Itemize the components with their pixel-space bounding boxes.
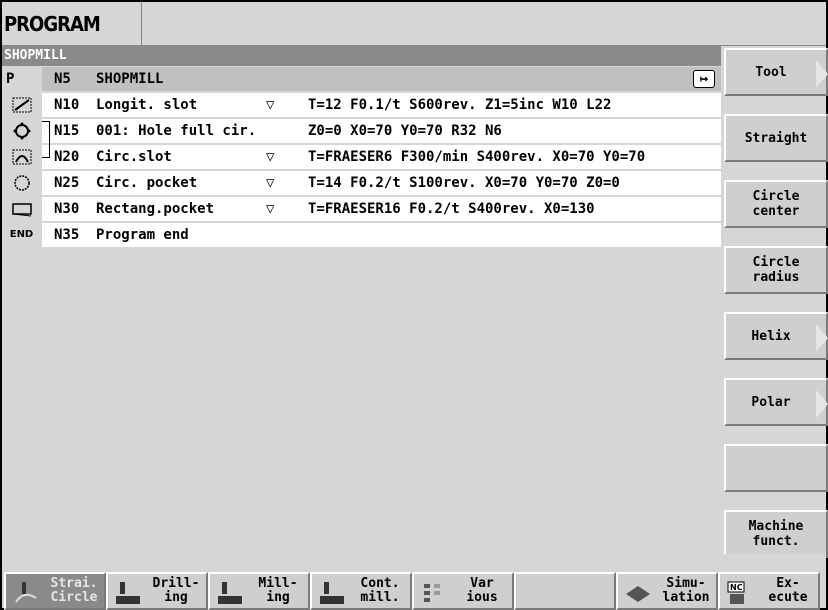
program-block-list: P N5 SHOPMILL ↦ N10 Longit. slot ▽ T=12 … [2, 67, 721, 249]
svg-text:NC: NC [730, 583, 743, 592]
block-params: T=12 F0.1/t S600rev. Z1=5inc W10 L22 [308, 97, 612, 113]
contour-mill-icon [320, 582, 344, 604]
softkey-drilling[interactable]: Drill- ing [106, 572, 208, 610]
horizontal-softkeys: Strai. Circle Drill- ing Mill- ing Cont.… [4, 572, 828, 610]
softkey-label: Cont. mill. [360, 576, 400, 605]
program-editor: SHOPMILL P N5 SHOPMILL ↦ N10 Longit. slo… [2, 46, 721, 576]
circ-slot-icon [2, 145, 42, 169]
softkey-label: Circle center [752, 189, 800, 219]
softkey-tool[interactable]: Tool [724, 48, 828, 96]
block-name: Longit. slot [96, 97, 198, 113]
softkey-label: Strai. Circle [50, 576, 98, 605]
block-number: N10 [54, 97, 80, 113]
chevron-right-icon [816, 390, 828, 418]
softkey-circle-center[interactable]: Circle center [724, 180, 828, 228]
hole-full-circle-icon [2, 119, 42, 143]
main-window: PROGRAM SHOPMILL P N5 SHOPMILL ↦ N10 Lon… [0, 0, 828, 610]
program-header-icon: P [2, 67, 42, 91]
softkey-label: Circle radius [752, 255, 800, 285]
softkey-label: Drill- ing [152, 576, 200, 605]
softkey-label: Mill- ing [258, 576, 298, 605]
program-row-n25[interactable]: N25 Circ. pocket ▽ T=14 F0.2/t S100rev. … [2, 171, 721, 195]
rect-pocket-icon [2, 197, 42, 221]
softkey-various[interactable]: Var ious [412, 572, 514, 610]
block-number: N5 [54, 71, 71, 87]
drilling-icon [116, 582, 140, 604]
triangle-icon: ▽ [266, 149, 275, 165]
program-row-n30[interactable]: N30 Rectang.pocket ▽ T=FRAESER16 F0.2/t … [2, 197, 721, 221]
softkey-straight[interactable]: Straight [724, 114, 828, 162]
block-params: Z0=0 X0=70 Y0=70 R32 N6 [308, 123, 502, 139]
block-params: T=14 F0.2/t S100rev. X0=70 Y0=70 Z0=0 [308, 175, 620, 191]
program-row-n10[interactable]: N10 Longit. slot ▽ T=12 F0.1/t S600rev. … [2, 93, 721, 117]
block-number: N30 [54, 201, 80, 217]
softkey-blank[interactable] [724, 444, 828, 492]
end-icon: END [2, 223, 42, 247]
link-bracket [42, 121, 50, 158]
block-name: SHOPMILL [96, 71, 164, 87]
softkey-label: Ex- ecute [768, 576, 808, 605]
softkey-label: Tool [755, 64, 787, 80]
simulation-icon [626, 586, 650, 602]
block-params: T=FRAESER16 F0.2/t S400rev. X0=130 [308, 201, 595, 217]
triangle-icon: ▽ [266, 175, 275, 191]
softkey-polar[interactable]: Polar [724, 378, 828, 426]
triangle-icon: ▽ [266, 97, 275, 113]
chevron-right-icon [816, 324, 828, 352]
block-number: N15 [54, 123, 80, 139]
softkey-contour-mill[interactable]: Cont. mill. [310, 572, 412, 610]
program-name: SHOPMILL [2, 46, 721, 66]
softkey-execute[interactable]: NC Ex- ecute [718, 572, 820, 610]
block-number: N35 [54, 227, 80, 243]
separator [2, 554, 826, 572]
softkey-machine-funct[interactable]: Machine funct. [724, 510, 828, 558]
softkey-label: Polar [751, 394, 791, 410]
vertical-softkeys: Tool Straight Circle center Circle radiu… [724, 48, 828, 576]
program-row-n20[interactable]: N20 Circ.slot ▽ T=FRAESER6 F300/min S400… [2, 145, 721, 169]
program-row-n35[interactable]: END N35 Program end [2, 223, 721, 247]
block-params: T=FRAESER6 F300/min S400rev. X0=70 Y0=70 [308, 149, 646, 165]
page-title: PROGRAM [2, 2, 142, 46]
softkey-blank[interactable] [514, 572, 616, 610]
block-name: Rectang.pocket [96, 201, 215, 217]
program-row-n15[interactable]: N15 001: Hole full cir. Z0=0 X0=70 Y0=70… [2, 119, 721, 143]
header-bar: PROGRAM [2, 2, 826, 46]
various-icon [424, 584, 440, 602]
softkey-label: Straight [744, 130, 808, 146]
softkey-helix[interactable]: Helix [724, 312, 828, 360]
block-name: Circ.slot [96, 149, 172, 165]
softkey-label: Machine funct. [748, 519, 804, 549]
softkey-label: Simu- lation [662, 576, 710, 605]
softkey-circle-radius[interactable]: Circle radius [724, 246, 828, 294]
program-header-row[interactable]: P N5 SHOPMILL ↦ [2, 67, 721, 91]
straight-circle-icon [15, 582, 37, 603]
softkey-label: Var ious [466, 576, 498, 605]
block-name: 001: Hole full cir. [96, 123, 257, 139]
execute-icon: NC [727, 581, 745, 604]
softkey-simulation[interactable]: Simu- lation [616, 572, 718, 610]
milling-icon [218, 582, 242, 604]
circ-pocket-icon [2, 171, 42, 195]
block-name: Circ. pocket [96, 175, 198, 191]
block-number: N25 [54, 175, 80, 191]
softkey-milling[interactable]: Mill- ing [208, 572, 310, 610]
softkey-straight-circle[interactable]: Strai. Circle [4, 572, 106, 610]
triangle-icon: ▽ [266, 201, 275, 217]
block-number: N20 [54, 149, 80, 165]
exit-icon[interactable]: ↦ [693, 70, 715, 88]
longit-slot-icon [2, 93, 42, 117]
softkey-label: Helix [751, 328, 791, 344]
chevron-right-icon [816, 60, 828, 88]
block-name: Program end [96, 227, 189, 243]
